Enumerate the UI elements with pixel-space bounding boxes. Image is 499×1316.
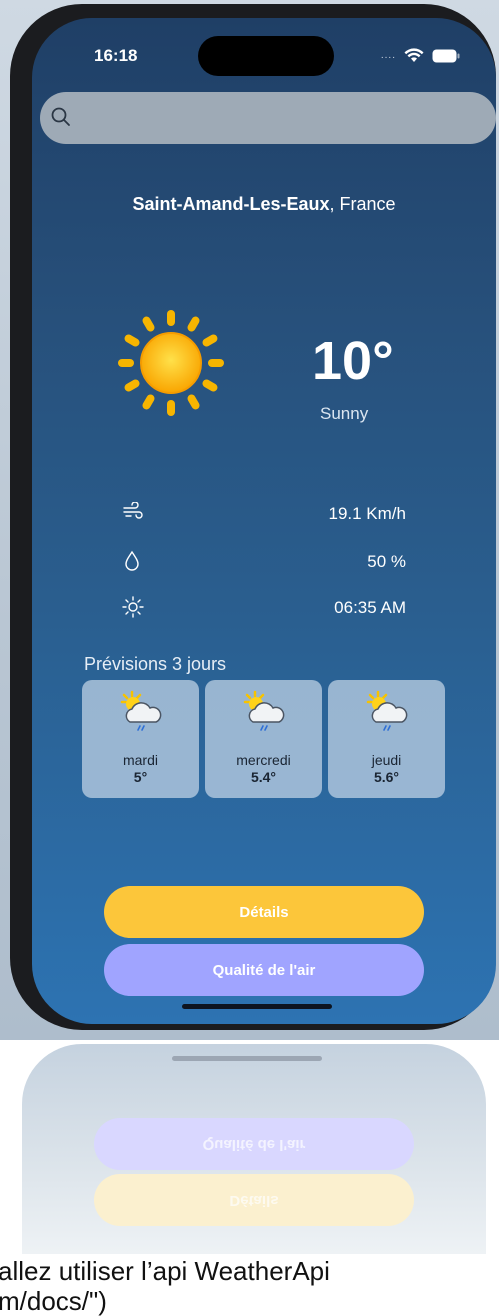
wind-icon — [122, 501, 144, 527]
reflection-details-label: Détails — [229, 1191, 279, 1209]
cellular-dots-icon: .... — [380, 50, 396, 61]
bottom-text-line1: allez utiliser l’api WeatherApi — [0, 1256, 330, 1286]
home-indicator — [182, 1004, 332, 1009]
reflection-air-label: Qualité de l'air — [202, 1135, 306, 1153]
forecast-card-mercredi[interactable]: mercredi 5.4° — [205, 680, 322, 798]
sun-icon — [116, 308, 226, 423]
partly-cloudy-rain-icon — [241, 690, 287, 739]
sunrise-icon — [122, 596, 144, 623]
details-button[interactable]: Détails — [104, 886, 424, 938]
forecast-day: jeudi — [371, 752, 402, 768]
forecast-day: mardi — [122, 752, 158, 768]
reflection-air-quality: Qualité de l'air — [94, 1118, 414, 1170]
forecast-title: Prévisions 3 jours — [84, 654, 227, 674]
phone-frame: 16:18 .... Saint-Amand-Les-Eaux, France … — [10, 4, 496, 1030]
search-input[interactable] — [82, 102, 486, 136]
forecast-temp: 5° — [133, 769, 148, 785]
forecast-temp: 5.4° — [250, 769, 277, 785]
wind-speed-value: 19.1 Km/h — [328, 504, 407, 523]
partly-cloudy-rain-icon — [364, 690, 410, 739]
phone-reflection: Qualité de l'air Détails — [22, 1044, 486, 1254]
current-temperature: 10° — [312, 331, 394, 391]
air-quality-button[interactable]: Qualité de l'air — [104, 944, 424, 996]
city-name: Saint-Amand-Les-Eaux — [132, 194, 330, 214]
dynamic-island — [198, 36, 334, 76]
search-bar[interactable] — [40, 92, 496, 144]
current-condition: Sunny — [320, 404, 369, 423]
forecast-card-jeudi[interactable]: jeudi 5.6° — [328, 680, 445, 798]
sunrise-value: 06:35 AM — [334, 598, 406, 617]
app-screen: 16:18 .... Saint-Amand-Les-Eaux, France … — [32, 18, 496, 1024]
location-label: Saint-Amand-Les-Eaux, France — [32, 194, 496, 215]
forecast-temp: 5.6° — [373, 769, 400, 785]
wifi-icon — [404, 48, 424, 63]
bottom-text-line2: m/docs/") — [0, 1286, 107, 1316]
search-icon — [50, 106, 72, 133]
forecast-card-mardi[interactable]: mardi 5° — [82, 680, 199, 798]
partly-cloudy-rain-icon — [118, 690, 164, 739]
humidity-value: 50 % — [367, 552, 406, 571]
forecast-list: mardi 5° mercredi 5.4° jeudi 5.6° — [82, 680, 445, 798]
reflection-home-indicator — [172, 1056, 322, 1061]
reflection-details: Détails — [94, 1174, 414, 1226]
humidity-drop-icon — [122, 550, 142, 577]
status-icons: .... — [381, 48, 460, 63]
battery-icon — [432, 49, 460, 63]
forecast-day: mercredi — [236, 752, 291, 768]
country-name: , France — [329, 194, 396, 214]
status-time: 16:18 — [94, 46, 138, 65]
